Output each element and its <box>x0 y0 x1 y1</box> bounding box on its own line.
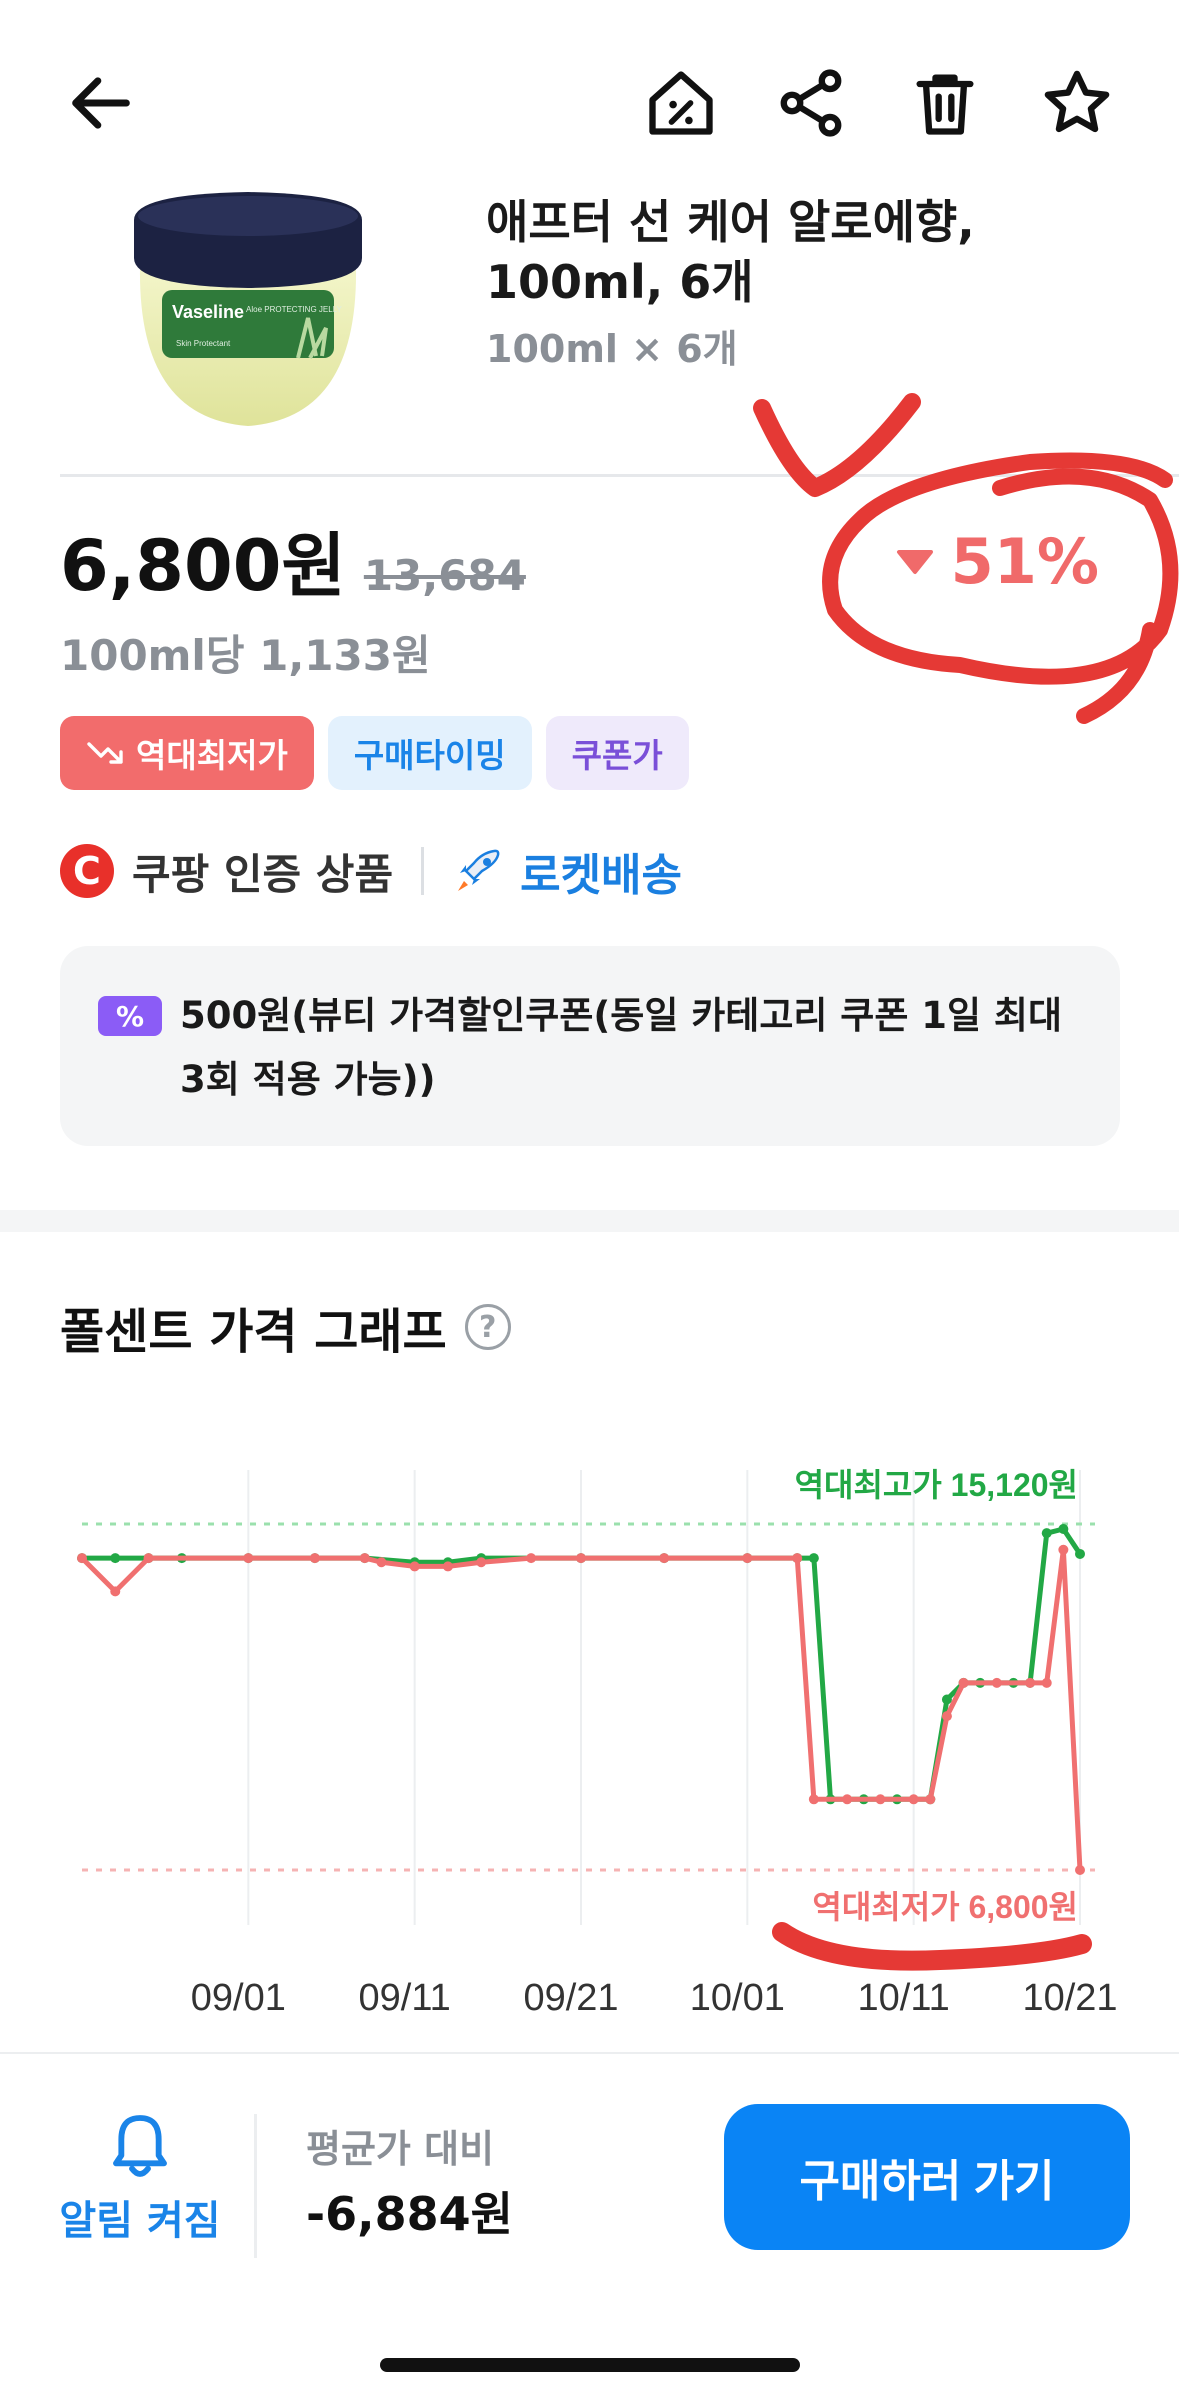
price-point <box>309 1553 320 1564</box>
separator <box>254 2114 257 2258</box>
price-point <box>941 1694 952 1705</box>
price-point <box>941 1711 952 1722</box>
bell-icon <box>113 2115 167 2177</box>
price-row: 6,800원 13,684 <box>60 510 526 607</box>
divider <box>60 474 1179 477</box>
price-point <box>1041 1528 1052 1539</box>
price-point <box>842 1794 853 1805</box>
discount-rate: 51% <box>895 525 1099 598</box>
coupon-icon: % <box>98 996 162 1036</box>
trash-icon <box>916 74 974 135</box>
unit-price: 100ml당 1,133원 <box>60 631 431 680</box>
rocket-delivery-label: 로켓배송 <box>520 850 683 901</box>
price-point <box>476 1557 487 1568</box>
top-bar <box>0 0 1179 180</box>
price-point <box>1075 1548 1085 1559</box>
price-point <box>742 1553 753 1564</box>
price-point <box>243 1553 254 1564</box>
avg-price-label: 평균가 대비 <box>306 2127 495 2171</box>
product-sub-text: Aloe PROTECTING JELLY <box>246 305 343 314</box>
discount-home-icon <box>649 71 713 135</box>
price-point <box>875 1794 886 1805</box>
max-price-label: 역대최고가 15,120원 <box>795 1467 1078 1503</box>
section-separator <box>0 1210 1179 1232</box>
x-tick-label: 09/11 <box>359 1977 451 2019</box>
product-option: 100ml × 6개 <box>486 327 738 371</box>
coupon-text: 500원(뷰티 가격할인쿠폰(동일 카테고리 쿠폰 1일 최대 3회 적용 가능… <box>180 994 1063 1101</box>
share-icon <box>780 69 842 137</box>
price-point <box>110 1586 121 1597</box>
price-point <box>1041 1677 1052 1688</box>
price-point <box>1025 1677 1036 1688</box>
delete-button[interactable] <box>900 58 990 148</box>
lowest-price-badge: 역대최저가 <box>60 716 314 790</box>
current-price: 6,800원 <box>60 525 346 607</box>
help-icon[interactable]: ? <box>464 1304 511 1350</box>
rocket-icon <box>458 849 500 891</box>
price-point <box>1058 1523 1069 1534</box>
favorite-button[interactable] <box>1032 58 1122 148</box>
price-point <box>376 1557 387 1568</box>
back-button[interactable] <box>56 58 146 148</box>
lowest-price-label: 역대최저가 <box>136 736 288 775</box>
home-indicator <box>380 2358 800 2372</box>
star-icon <box>1044 70 1110 133</box>
buy-timing-badge: 구매타이밍 <box>327 716 532 790</box>
price-point <box>409 1561 420 1572</box>
price-point <box>1058 1544 1069 1555</box>
price-point <box>576 1553 586 1564</box>
price-point <box>110 1553 121 1564</box>
price-point <box>991 1677 1002 1688</box>
price-point <box>808 1553 819 1564</box>
price-point <box>925 1794 936 1805</box>
x-tick-label: 10/21 <box>1022 1977 1117 2019</box>
x-tick-label: 10/01 <box>690 1977 785 2019</box>
x-tick-label: 09/01 <box>191 1977 286 2019</box>
original-price: 13,684 <box>363 551 526 600</box>
product-image: Vaseline Aloe PROTECTING JELLY Skin Prot… <box>134 192 362 426</box>
price-graph-header: 폴센트 가격 그래프 ? <box>60 1292 511 1362</box>
coupon-box[interactable]: % 500원(뷰티 가격할인쿠폰(동일 카테고리 쿠폰 1일 최대 3회 적용 … <box>60 946 1120 1146</box>
product-tag-text: Skin Protectant <box>176 339 231 348</box>
price-point <box>908 1794 919 1805</box>
discount-percent: 51% <box>950 525 1099 598</box>
badge-row: 역대최저가 구매타이밍 쿠폰가 <box>60 716 689 790</box>
product-brand-text: Vaseline <box>172 302 244 322</box>
coupon-price-label: 쿠폰가 <box>571 736 663 775</box>
price-chart-svg: 09/01 09/11 09/21 10/01 10/11 10/21 역대최고가 15,1… <box>77 1467 1118 2019</box>
separator <box>421 847 425 895</box>
coupon-price-badge: 쿠폰가 <box>545 716 689 790</box>
share-button[interactable] <box>766 58 856 148</box>
back-arrow-icon <box>72 77 130 129</box>
price-point <box>792 1553 803 1564</box>
price-point <box>526 1553 537 1564</box>
x-tick-label: 09/21 <box>523 1977 618 2019</box>
price-tag-home-button[interactable] <box>636 58 726 148</box>
coupang-verified-label: 쿠팡 인증 상품 <box>132 849 394 899</box>
price-point <box>359 1553 370 1564</box>
avg-price-diff: -6,884원 <box>306 2187 513 2241</box>
trend-down-icon <box>87 742 123 764</box>
down-triangle-icon <box>896 549 933 574</box>
buy-timing-label: 구매타이밍 <box>353 736 506 775</box>
min-price-label: 역대최저가 6,800원 <box>812 1889 1078 1925</box>
price-point <box>958 1677 969 1688</box>
buy-button[interactable]: 구매하러 가기 <box>724 2104 1130 2250</box>
certification-row: C 쿠팡 인증 상품 로켓배송 <box>60 836 682 906</box>
coupang-c-icon: C <box>60 844 114 898</box>
price-point <box>143 1553 154 1564</box>
price-chart[interactable]: 09/01 09/11 09/21 10/01 10/11 10/21 역대최고가 15,1… <box>0 1400 1179 2020</box>
price-point <box>442 1561 453 1572</box>
price-point <box>659 1553 670 1564</box>
price-graph-title: 폴센트 가격 그래프 <box>60 1304 447 1360</box>
x-tick-label: 10/11 <box>858 1977 950 2019</box>
alarm-toggle[interactable]: 알림 켜짐 <box>50 2110 230 2246</box>
bottom-action-bar: 알림 켜짐 평균가 대비 -6,884원 구매하러 가기 <box>0 2054 1179 2344</box>
alarm-label: 알림 켜짐 <box>59 2198 221 2244</box>
product-name: 애프터 선 케어 알로에향, 100ml, 6개 <box>486 195 975 309</box>
price-point <box>77 1553 87 1564</box>
price-point <box>1075 1865 1085 1875</box>
product-summary: Vaseline Aloe PROTECTING JELLY Skin Prot… <box>0 180 1179 470</box>
price-point <box>808 1794 819 1805</box>
